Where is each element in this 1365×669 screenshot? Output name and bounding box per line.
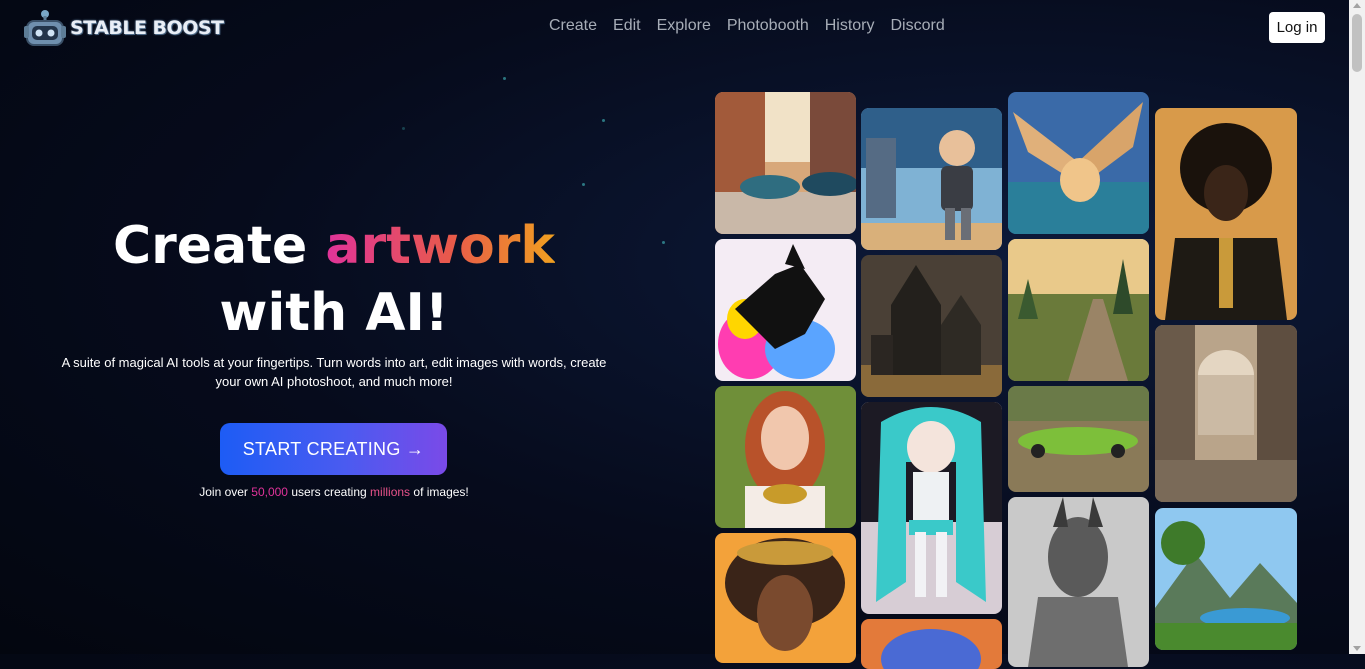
robot-logo-icon xyxy=(24,8,66,48)
nav-edit[interactable]: Edit xyxy=(613,17,641,35)
nav-discord[interactable]: Discord xyxy=(891,17,945,35)
gallery-image-tribal-queen[interactable] xyxy=(715,533,856,663)
hero-title-part2: with AI! xyxy=(219,283,449,343)
join-millions: millions xyxy=(370,485,411,499)
hero-title: Create artwork with AI! xyxy=(0,213,668,347)
gallery-image-gothic-castle[interactable] xyxy=(861,255,1002,397)
join-text: Join over 50,000 users creating millions… xyxy=(0,485,668,499)
gallery-image-armored-warrior[interactable] xyxy=(1008,497,1149,667)
scroll-thumb[interactable] xyxy=(1352,14,1362,72)
gallery-image-domed-city[interactable] xyxy=(1155,325,1297,502)
hero-title-part1: Create xyxy=(113,216,308,276)
page-scrollbar[interactable] xyxy=(1349,0,1365,654)
brand-name: STABLE BOOST xyxy=(70,17,224,39)
gallery-image-anime-girl[interactable] xyxy=(861,402,1002,614)
main-nav: Create Edit Explore Photobooth History D… xyxy=(549,17,945,35)
nav-explore[interactable]: Explore xyxy=(657,17,711,35)
gallery-image-redhead-woman[interactable] xyxy=(715,386,856,528)
join-users-count: 50,000 xyxy=(251,485,288,499)
join-prefix: Join over xyxy=(199,485,248,499)
login-button[interactable]: Log in xyxy=(1269,12,1325,43)
scroll-up-icon[interactable] xyxy=(1353,3,1361,8)
brand-logo[interactable]: STABLE BOOST xyxy=(24,8,224,48)
nav-create[interactable]: Create xyxy=(549,17,597,35)
gallery-image-fox-fur[interactable] xyxy=(861,619,1002,669)
gallery-image-winged-dog[interactable] xyxy=(1008,92,1149,234)
hero-subtitle: A suite of magical AI tools at your fing… xyxy=(61,355,607,389)
nav-photobooth[interactable]: Photobooth xyxy=(727,17,809,35)
gallery-image-street-cars[interactable] xyxy=(715,92,856,234)
start-creating-button[interactable]: START CREATING → xyxy=(220,423,447,475)
gallery-image-neon-dog[interactable] xyxy=(715,239,856,381)
gallery-image-afro-man[interactable] xyxy=(1155,108,1297,320)
join-suffix: of images! xyxy=(413,485,469,499)
gallery-image-mountain-lake[interactable] xyxy=(1155,508,1297,650)
gallery-image-green-car[interactable] xyxy=(1008,386,1149,492)
join-mid: users creating xyxy=(291,485,367,499)
nav-history[interactable]: History xyxy=(825,17,875,35)
gallery-image-robot-boy[interactable] xyxy=(861,108,1002,250)
hero-title-accent: artwork xyxy=(325,216,555,276)
scroll-down-icon[interactable] xyxy=(1353,646,1361,651)
gallery-image-forest-road[interactable] xyxy=(1008,239,1149,381)
